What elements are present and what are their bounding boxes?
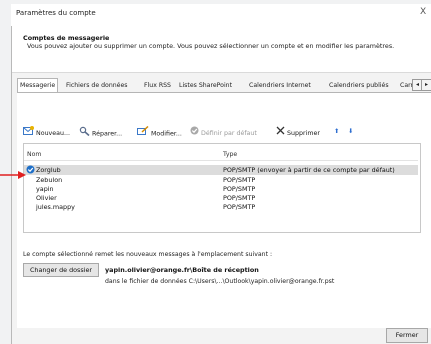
tab-scroll-right-button[interactable]: ▸	[421, 79, 431, 91]
check-circle-icon	[190, 126, 199, 140]
tab-calendriers-internet[interactable]: Calendriers Internet	[249, 80, 311, 92]
set-default-button[interactable]: Définir par défaut	[190, 126, 257, 138]
account-type: POP/SMTP (envoyer à partir de ce compte …	[223, 166, 395, 174]
header-separator	[24, 160, 418, 161]
new-mail-icon	[23, 126, 34, 140]
delivery-location: yapin.olivier@orange.fr\Boîte de récepti…	[105, 266, 259, 274]
annotation-arrow-icon	[0, 165, 28, 184]
data-file-path: dans le fichier de données C:\Users\...\…	[105, 278, 335, 285]
repair-icon	[79, 126, 90, 141]
header-description: Vous pouvez ajouter ou supprimer un comp…	[27, 42, 395, 50]
change-folder-button[interactable]: Changer de dossier	[23, 263, 99, 277]
modify-icon	[137, 125, 149, 141]
modify-button[interactable]: Modifier...	[137, 125, 182, 141]
window-title: Paramètres du compte	[16, 9, 96, 17]
set-default-label: Définir par défaut	[201, 130, 257, 137]
column-header-type[interactable]: Type	[223, 151, 237, 158]
tab-listes-sharepoint[interactable]: Listes SharePoint	[179, 80, 232, 92]
header-title: Comptes de messagerie	[23, 34, 110, 42]
repair-label: Réparer...	[92, 130, 123, 138]
account-type: POP/SMTP	[223, 203, 256, 211]
delete-button[interactable]: Supprimer	[276, 126, 320, 138]
delete-x-icon	[276, 126, 285, 140]
move-down-button[interactable]: ⬇	[348, 126, 353, 138]
new-account-label: Nouveau...	[36, 130, 71, 137]
close-button[interactable]: Fermer	[386, 328, 428, 343]
move-up-button[interactable]: ⬆	[334, 126, 339, 138]
account-row-jules-mappy[interactable]	[24, 202, 418, 212]
new-account-button[interactable]: Nouveau...	[23, 126, 70, 138]
account-name: jules.mappy	[36, 203, 75, 211]
tab-calendriers-publies[interactable]: Calendriers publiés	[329, 80, 389, 92]
delivery-info-text: Le compte sélectionné remet les nouveaux…	[23, 251, 273, 258]
window-close-button[interactable]: X	[420, 7, 426, 17]
delete-label: Supprimer	[287, 130, 320, 137]
modify-label: Modifier...	[151, 130, 182, 138]
column-header-name[interactable]: Nom	[27, 151, 41, 158]
tab-messagerie[interactable]: Messagerie	[17, 78, 59, 93]
tab-fichiers-de-donnees[interactable]: Fichiers de données	[66, 80, 128, 92]
account-name: Zorglub	[36, 166, 61, 174]
repair-button[interactable]: Réparer...	[79, 126, 122, 138]
tab-flux-rss[interactable]: Flux RSS	[144, 80, 171, 92]
